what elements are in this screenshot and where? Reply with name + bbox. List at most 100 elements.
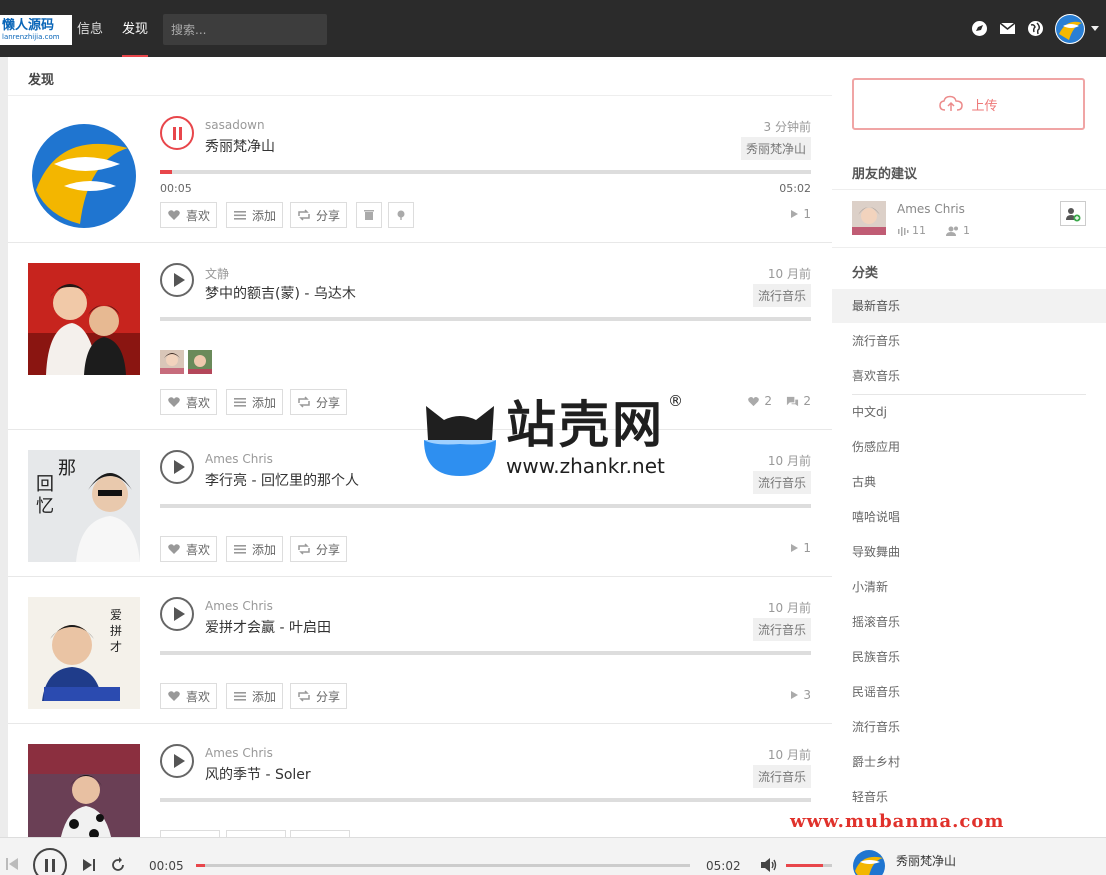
play-button[interactable]	[160, 263, 194, 297]
discover-icon[interactable]	[971, 20, 988, 37]
watermark-url: www.zhankr.net	[506, 454, 665, 478]
share-button[interactable]: 分享	[290, 202, 348, 228]
pause-icon	[173, 127, 176, 140]
track-title[interactable]: 梦中的额吉(蒙) - 乌达木	[205, 283, 356, 303]
track-title[interactable]: 李行亮 - 回忆里的那个人	[205, 470, 359, 490]
category-item[interactable]: 导致舞曲	[832, 535, 1106, 569]
mail-icon[interactable]	[999, 20, 1016, 37]
upload-button[interactable]: 上传	[852, 78, 1085, 130]
friend-name[interactable]: Ames Chris	[897, 202, 965, 216]
add-button[interactable]: 添加	[226, 389, 284, 415]
like-button[interactable]: 喜欢	[160, 202, 218, 228]
track-cover[interactable]	[28, 263, 140, 375]
track-author[interactable]: Ames Chris	[205, 452, 273, 466]
play-button[interactable]	[160, 744, 194, 778]
share-button[interactable]	[290, 830, 350, 837]
player-cover[interactable]	[852, 849, 886, 875]
category-item[interactable]: 民谣音乐	[832, 675, 1106, 709]
next-icon[interactable]	[83, 858, 95, 872]
volume-slider[interactable]	[786, 864, 832, 867]
track-tag[interactable]: 秀丽梵净山	[740, 137, 811, 160]
nav-item-messages[interactable]: 信息	[77, 0, 103, 57]
mic-button[interactable]	[388, 202, 414, 228]
track-progress[interactable]	[160, 504, 811, 508]
share-button[interactable]: 分享	[290, 683, 348, 709]
track-tag[interactable]: 流行音乐	[752, 765, 811, 788]
cover-photo-image	[28, 744, 140, 837]
track-progress[interactable]	[160, 651, 811, 655]
user-avatar[interactable]	[1055, 14, 1085, 44]
track-title[interactable]: 爱拼才会赢 - 叶启田	[205, 617, 331, 637]
categories-title: 分类	[852, 266, 879, 281]
like-button[interactable]	[160, 830, 220, 837]
player-progress[interactable]	[196, 864, 690, 867]
track-tag[interactable]: 流行音乐	[752, 618, 811, 641]
category-item[interactable]: 民族音乐	[832, 640, 1106, 674]
user-menu-caret[interactable]	[1091, 26, 1099, 31]
add-button[interactable]	[226, 830, 286, 837]
svg-text:回: 回	[36, 474, 54, 495]
track-progress[interactable]	[160, 798, 811, 802]
friend-followers: 1	[946, 224, 970, 237]
track-cover[interactable]: 回 忆 那	[28, 450, 140, 562]
track-cover[interactable]: 爱 拼 才	[28, 597, 140, 709]
track-author[interactable]: Ames Chris	[205, 599, 273, 613]
player-pause-button[interactable]	[33, 848, 67, 875]
list-icon	[234, 398, 246, 407]
track-cover[interactable]	[28, 120, 140, 232]
track-tag[interactable]: 流行音乐	[752, 471, 811, 494]
search-input[interactable]	[163, 14, 327, 45]
repeat-icon[interactable]	[110, 857, 126, 873]
add-button[interactable]: 添加	[226, 202, 284, 228]
share-button[interactable]: 分享	[290, 536, 348, 562]
bottom-player: 00:05 05:02 秀丽梵净山	[0, 837, 1106, 875]
site-logo[interactable]: 懒人源码 lanrenzhijia.com	[0, 15, 72, 45]
play-icon	[174, 273, 185, 287]
logo-text: 懒人源码	[2, 18, 55, 33]
like-button[interactable]: 喜欢	[160, 389, 218, 415]
like-button[interactable]: 喜欢	[160, 683, 218, 709]
heart-small-icon	[748, 396, 760, 406]
nav-item-discover[interactable]: 发现	[122, 0, 149, 57]
track-progress[interactable]	[160, 170, 811, 174]
follow-button[interactable]	[1060, 201, 1086, 226]
play-button[interactable]	[160, 597, 194, 631]
category-item[interactable]: 小清新	[832, 570, 1106, 604]
category-item[interactable]: 流行音乐	[832, 710, 1106, 744]
track-cover[interactable]	[28, 744, 140, 837]
track-progress[interactable]	[160, 317, 811, 321]
play-button[interactable]	[160, 450, 194, 484]
track-title[interactable]: 秀丽梵净山	[205, 136, 275, 156]
delete-button[interactable]	[356, 202, 382, 228]
category-item[interactable]: 伤感应用	[832, 430, 1106, 464]
share-label: 分享	[316, 689, 341, 704]
category-item[interactable]: 古典	[832, 465, 1106, 499]
play-icon	[174, 754, 185, 768]
previous-icon[interactable]	[6, 857, 18, 871]
liker-avatar[interactable]	[160, 350, 184, 374]
like-button[interactable]: 喜欢	[160, 536, 218, 562]
category-item[interactable]: 爵士乡村	[832, 745, 1106, 779]
pause-button[interactable]	[160, 116, 194, 150]
track-author[interactable]: Ames Chris	[205, 746, 273, 760]
category-item[interactable]: 嘻哈说唱	[832, 500, 1106, 534]
category-item[interactable]: 喜欢音乐	[832, 359, 1106, 393]
cover-photo-image	[28, 263, 140, 375]
track-title[interactable]: 风的季节 - Soler	[205, 764, 311, 784]
category-item[interactable]: 流行音乐	[832, 324, 1106, 358]
add-button[interactable]: 添加	[226, 683, 284, 709]
add-button[interactable]: 添加	[226, 536, 284, 562]
globe-icon[interactable]	[1027, 20, 1044, 37]
category-item[interactable]: 摇滚音乐	[832, 605, 1106, 639]
liker-avatar[interactable]	[188, 350, 212, 374]
category-item[interactable]: 轻音乐	[832, 780, 1106, 814]
track-author[interactable]: 文静	[205, 265, 229, 282]
track-tag[interactable]: 流行音乐	[752, 284, 811, 307]
player-track-title[interactable]: 秀丽梵净山	[896, 852, 956, 869]
share-button[interactable]: 分享	[290, 389, 348, 415]
category-item[interactable]: 最新音乐	[832, 289, 1106, 323]
track-author[interactable]: sasadown	[205, 118, 265, 132]
friend-avatar[interactable]	[852, 201, 886, 235]
category-item[interactable]: 中文dj	[832, 395, 1106, 429]
volume-icon[interactable]	[760, 857, 778, 873]
